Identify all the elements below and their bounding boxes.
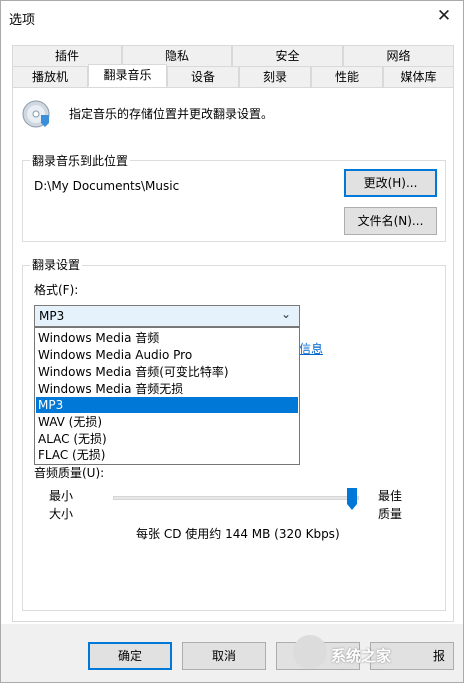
title-bar: 选项 ✕: [1, 1, 463, 33]
close-icon[interactable]: ✕: [433, 5, 455, 27]
ok-button[interactable]: 确定: [88, 642, 172, 670]
tab-rip-music[interactable]: 翻录音乐: [88, 64, 167, 87]
location-path: D:\My Documents\Music: [34, 179, 180, 193]
tab-security[interactable]: 安全: [232, 45, 343, 67]
window-title: 选项: [9, 13, 36, 28]
format-option-selected[interactable]: MP3: [36, 397, 298, 413]
ok-button-label: 确定: [117, 649, 142, 663]
tab-player-label: 播放机: [31, 70, 68, 84]
format-option[interactable]: WAV (无损): [36, 414, 298, 430]
format-option[interactable]: Windows Media 音频(可变比特率): [36, 364, 298, 380]
cd-rip-icon: [21, 99, 51, 129]
format-option[interactable]: Windows Media Audio Pro: [36, 347, 298, 363]
format-dropdown-list: Windows Media 音频 Windows Media Audio Pro…: [34, 327, 300, 465]
quality-max-label-bottom: 质量: [378, 507, 403, 521]
watermark-logo-icon: [293, 635, 327, 669]
tab-burn-label: 刻录: [262, 70, 287, 84]
quality-slider-thumb[interactable]: [347, 488, 357, 510]
rip-settings-group-label: 翻录设置: [30, 256, 83, 273]
quality-slider-track[interactable]: [113, 496, 359, 500]
quality-min-label-top: 最小: [49, 489, 74, 503]
cancel-button-label: 取消: [211, 649, 236, 663]
tab-devices[interactable]: 设备: [167, 66, 239, 88]
format-option[interactable]: Windows Media 音频无损: [36, 381, 298, 397]
location-group-label: 翻录音乐到此位置: [30, 152, 131, 169]
tab-library[interactable]: 媒体库: [383, 66, 454, 88]
format-label: 格式(F):: [34, 283, 79, 297]
filename-button[interactable]: 文件名(N)...: [344, 207, 437, 235]
tab-library-label: 媒体库: [400, 70, 437, 84]
tab-plugins-label: 插件: [54, 49, 79, 63]
tab-devices-label: 设备: [190, 70, 215, 84]
format-option[interactable]: ALAC (无损): [36, 431, 298, 447]
format-option[interactable]: Windows Media 音频: [36, 330, 298, 346]
tab-burn[interactable]: 刻录: [239, 66, 311, 88]
tab-privacy-label: 隐私: [164, 49, 189, 63]
help-button-label: 报: [432, 649, 445, 663]
tab-security-label: 安全: [275, 49, 300, 63]
tab-performance-label: 性能: [334, 70, 359, 84]
quality-size-info: 每张 CD 使用约 144 MB (320 Kbps): [136, 527, 340, 541]
format-select[interactable]: MP3 ⌄: [34, 305, 300, 327]
header-description: 指定音乐的存储位置并更改翻录设置。: [69, 107, 274, 121]
more-info-link[interactable]: 信息: [299, 340, 323, 357]
change-location-button-label: 更改(H)...: [363, 176, 418, 190]
options-dialog: 选项 ✕ 插件 隐私 安全 网络 播放机 翻录音乐 设备 刻录 性能 媒体库 指…: [0, 0, 464, 683]
tab-network-label: 网络: [386, 49, 411, 63]
filename-button-label: 文件名(N)...: [357, 214, 424, 228]
tab-player[interactable]: 播放机: [12, 66, 88, 88]
quality-max-label-top: 最佳: [378, 489, 403, 503]
watermark-text: 系统之家: [331, 647, 392, 665]
chevron-down-icon: ⌄: [281, 307, 292, 321]
tab-network[interactable]: 网络: [343, 45, 454, 67]
quality-min-label-bottom: 大小: [49, 507, 74, 521]
format-option[interactable]: FLAC (无损): [36, 447, 298, 463]
tab-performance[interactable]: 性能: [311, 66, 383, 88]
tab-rip-music-label: 翻录音乐: [103, 68, 152, 82]
audio-quality-label: 音频质量(U):: [34, 466, 105, 480]
format-select-value: MP3: [39, 309, 65, 323]
cancel-button[interactable]: 取消: [182, 642, 266, 670]
change-location-button[interactable]: 更改(H)...: [344, 169, 437, 197]
